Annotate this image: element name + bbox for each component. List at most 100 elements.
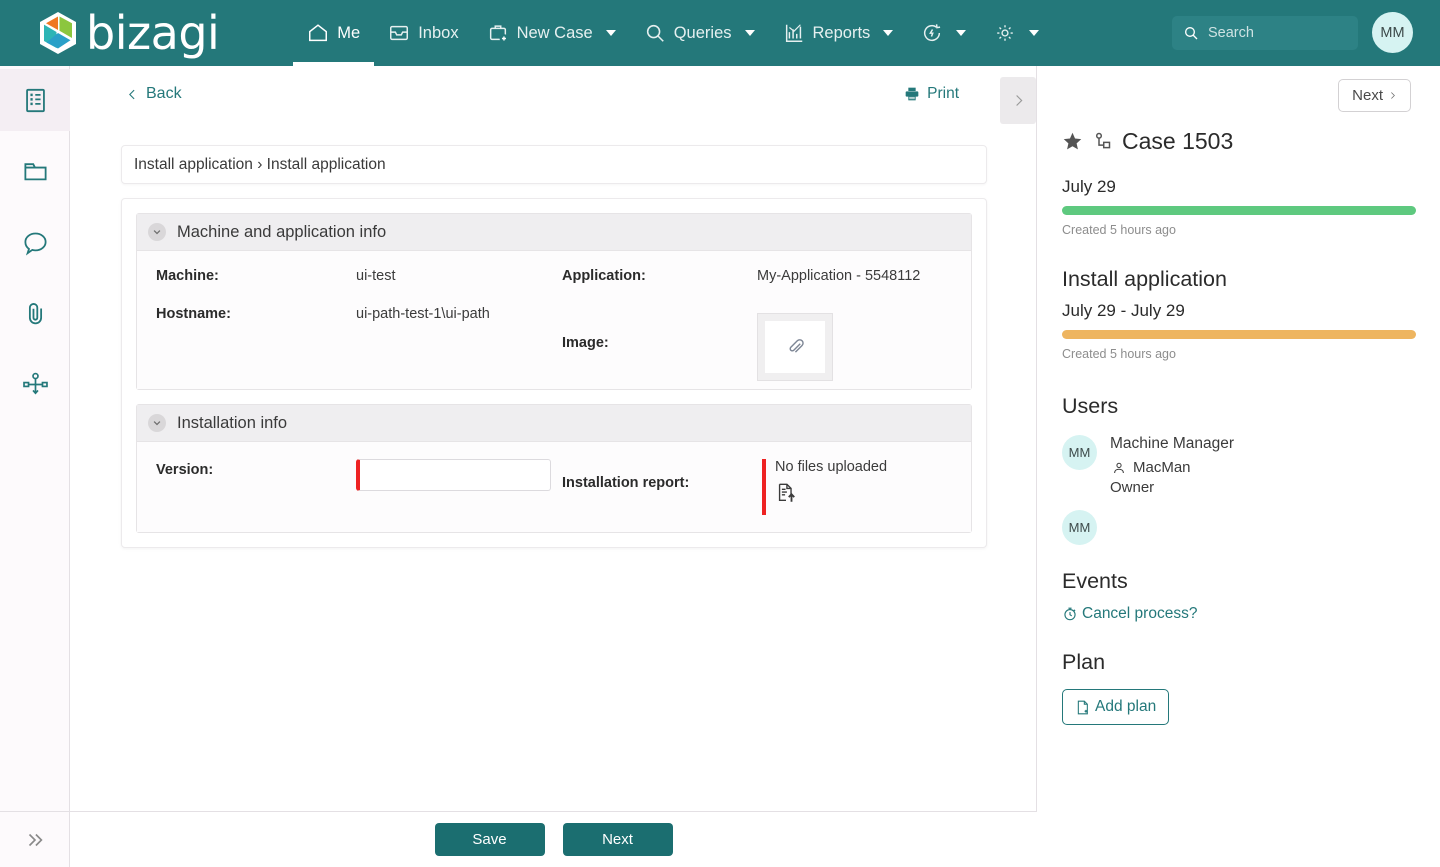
brand-logo[interactable]: bizagi bbox=[38, 10, 220, 56]
gear-icon bbox=[997, 25, 1014, 41]
next-top-label: Next bbox=[1352, 87, 1383, 104]
machine-label: Machine: bbox=[156, 268, 219, 284]
chevron-double-right-icon bbox=[28, 833, 43, 846]
main-toolbar: Back Print bbox=[70, 66, 1036, 124]
paperclip-icon bbox=[789, 338, 804, 353]
briefcase-plus-icon bbox=[489, 25, 508, 43]
person-icon bbox=[1114, 462, 1124, 473]
machine-value: ui-test bbox=[356, 268, 396, 284]
users-heading: Users bbox=[1062, 394, 1119, 418]
print-label: Print bbox=[927, 85, 959, 102]
bizagi-hex-icon bbox=[40, 12, 76, 54]
hostname-label: Hostname: bbox=[156, 306, 231, 322]
section-header-machine[interactable]: Machine and application info bbox=[137, 214, 971, 251]
inbox-icon bbox=[390, 25, 409, 41]
next-button[interactable]: Next bbox=[562, 823, 673, 856]
nav-item-queries[interactable]: Queries bbox=[630, 0, 769, 66]
nav-item-new-case[interactable]: New Case bbox=[473, 0, 630, 66]
rail-item-attachments[interactable] bbox=[0, 282, 70, 344]
chart-icon bbox=[785, 24, 802, 42]
case-created-text: Created 5 hours ago bbox=[1062, 223, 1176, 237]
nav-item-inbox[interactable]: Inbox bbox=[374, 0, 472, 66]
folder-icon bbox=[23, 162, 47, 180]
chevron-down-icon bbox=[605, 30, 616, 36]
timer-icon bbox=[1064, 607, 1076, 621]
cancel-process-link[interactable]: Cancel process? bbox=[1062, 605, 1416, 623]
field-machine: Machine: ui-test bbox=[156, 265, 396, 284]
top-header: bizagi Me Inbox New Case Queries Reports… bbox=[0, 0, 1440, 66]
list-item[interactable]: MM bbox=[1062, 510, 1416, 545]
panel-toggle-button[interactable] bbox=[1000, 77, 1036, 124]
add-plan-button[interactable]: Add plan bbox=[1062, 689, 1170, 725]
field-image: Image: bbox=[562, 313, 833, 381]
file-upload-control[interactable]: No files uploaded bbox=[775, 459, 887, 504]
stage-dates: July 29 - July 29 bbox=[1062, 301, 1185, 320]
section-header-installation[interactable]: Installation info bbox=[137, 405, 971, 442]
image-attachment-thumbnail[interactable] bbox=[757, 313, 833, 381]
nav-item-reports[interactable]: Reports bbox=[769, 0, 908, 66]
back-label: Back bbox=[146, 85, 182, 102]
save-button[interactable]: Save bbox=[434, 823, 545, 856]
chevron-down-icon bbox=[148, 414, 166, 432]
user-avatar[interactable]: MM bbox=[1372, 12, 1413, 53]
nav-item-refresh[interactable] bbox=[907, 0, 980, 66]
form-action-bar: Save Next bbox=[70, 811, 1037, 867]
add-plan-label: Add plan bbox=[1095, 698, 1157, 715]
case-progress-bar bbox=[1062, 206, 1416, 215]
nav-item-settings[interactable] bbox=[980, 0, 1053, 66]
chevron-left-icon bbox=[129, 89, 135, 99]
field-version: Version: bbox=[156, 459, 551, 491]
chevron-down-icon bbox=[1029, 30, 1040, 36]
rail-item-process[interactable] bbox=[0, 353, 70, 415]
nav-label-me: Me bbox=[337, 23, 361, 42]
star-icon[interactable] bbox=[1062, 131, 1083, 152]
version-label: Version: bbox=[156, 462, 214, 478]
breadcrumb-text: Install application › Install applicatio… bbox=[134, 155, 386, 173]
avatar: MM bbox=[1062, 435, 1097, 470]
list-item[interactable]: MM Machine Manager MacMan Owner bbox=[1062, 435, 1416, 496]
hostname-value: ui-path-test-1\ui-path bbox=[356, 306, 490, 322]
file-plus-icon bbox=[1077, 700, 1088, 714]
form-icon bbox=[25, 88, 45, 112]
nav-item-me[interactable]: Me bbox=[293, 0, 375, 66]
field-installation-report: Installation report: No files uploaded bbox=[562, 459, 887, 515]
search-icon bbox=[1185, 27, 1198, 40]
rail-expand-button[interactable] bbox=[0, 811, 70, 867]
print-button[interactable]: Print bbox=[904, 85, 959, 103]
case-flow-icon bbox=[1095, 132, 1111, 149]
field-application: Application: My-Application - 5548112 bbox=[562, 265, 920, 284]
rail-item-folder[interactable] bbox=[0, 140, 70, 202]
image-label: Image: bbox=[562, 335, 609, 351]
chevron-right-icon bbox=[1015, 95, 1022, 106]
chevron-down-icon bbox=[744, 30, 755, 36]
rail-item-form[interactable] bbox=[0, 69, 70, 131]
file-upload-icon bbox=[778, 483, 795, 502]
avatar: MM bbox=[1062, 510, 1097, 545]
required-marker bbox=[762, 459, 766, 515]
search-input[interactable]: Search bbox=[1172, 16, 1358, 50]
printer-icon bbox=[905, 87, 919, 101]
back-button[interactable]: Back bbox=[126, 85, 182, 103]
case-title: Case 1503 bbox=[1122, 128, 1234, 154]
section-title: Installation info bbox=[177, 413, 288, 432]
section-title: Machine and application info bbox=[177, 222, 387, 241]
main-content: Back Print Install application › Install… bbox=[70, 66, 1037, 867]
stage-title: Install application bbox=[1062, 267, 1227, 291]
case-form: Machine and application info Machine: ui… bbox=[121, 198, 987, 548]
case-detail-panel: Next Case 1503 July 29 Created 5 hours a… bbox=[1038, 66, 1440, 867]
nav-label-inbox: Inbox bbox=[418, 23, 459, 42]
search-placeholder: Search bbox=[1208, 25, 1254, 41]
version-input[interactable] bbox=[356, 459, 551, 491]
nav-label-reports: Reports bbox=[812, 23, 871, 42]
stage-progress-bar bbox=[1062, 330, 1416, 339]
home-icon bbox=[309, 24, 328, 42]
case-date: July 29 bbox=[1062, 177, 1116, 196]
refresh-bolt-icon bbox=[924, 24, 941, 42]
stage-created-text: Created 5 hours ago bbox=[1062, 347, 1176, 361]
chevron-down-icon bbox=[956, 30, 967, 36]
next-top-button[interactable]: Next bbox=[1338, 79, 1411, 112]
nav-label-queries: Queries bbox=[673, 23, 732, 42]
no-files-text: No files uploaded bbox=[775, 459, 888, 475]
section-installation-info: Installation info Version: Installation … bbox=[136, 404, 972, 533]
rail-item-comments[interactable] bbox=[0, 211, 70, 273]
